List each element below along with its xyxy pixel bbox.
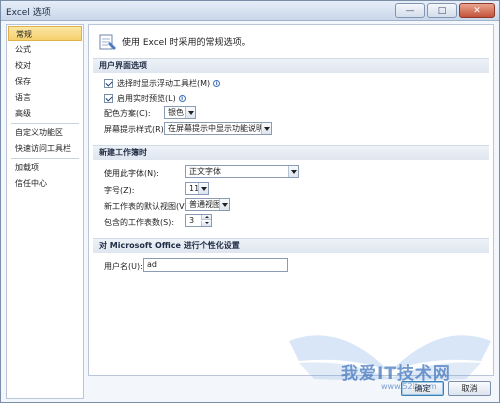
sidebar-item-trust-center[interactable]: 信任中心 <box>8 176 82 191</box>
sidebar-item-formulas[interactable]: 公式 <box>8 42 82 57</box>
screentip-style-select[interactable]: 在屏幕提示中显示功能说明 <box>164 122 272 135</box>
general-settings-icon <box>99 34 116 50</box>
mini-toolbar-checkbox[interactable] <box>104 78 113 88</box>
sidebar-divider <box>11 158 79 159</box>
spin-down-icon[interactable] <box>201 221 211 226</box>
chevron-down-icon <box>198 183 208 194</box>
font-size-select[interactable]: 11 <box>185 182 209 195</box>
sheet-count-spinner[interactable]: 3 <box>185 214 212 227</box>
font-select[interactable]: 正文字体 <box>185 165 299 178</box>
chevron-down-icon <box>219 199 229 210</box>
default-view-label: 新工作表的默认视图(V): <box>104 202 191 211</box>
chevron-down-icon <box>288 166 298 177</box>
window-controls: — □ ✕ <box>395 3 495 18</box>
username-input[interactable]: ad <box>143 258 288 272</box>
options-sidebar: 常规 公式 校对 保存 语言 高级 自定义功能区 快速访问工具栏 加载项 信任中… <box>6 24 84 399</box>
excel-options-dialog: Excel 选项 — □ ✕ 常规 公式 校对 保存 语言 高级 自定义功能区 … <box>0 0 500 403</box>
sidebar-divider <box>11 123 79 124</box>
watermark-text: 我爱IT技术网 <box>341 364 451 384</box>
live-preview-option[interactable]: 启用实时预览(L) i <box>104 91 186 105</box>
sidebar-item-advanced[interactable]: 高级 <box>8 106 82 121</box>
maximize-button[interactable]: □ <box>427 3 457 18</box>
color-scheme-select[interactable]: 银色 <box>164 106 196 119</box>
info-icon[interactable]: i <box>213 79 221 87</box>
section-new-workbook: 新建工作簿时 <box>93 145 489 160</box>
intro-text: 使用 Excel 时采用的常规选项。 <box>122 38 251 48</box>
screentip-style-label: 屏幕提示样式(R): <box>104 125 167 134</box>
font-label: 使用此字体(N): <box>104 169 159 178</box>
color-scheme-value: 银色 <box>168 108 184 117</box>
sidebar-item-add-ins[interactable]: 加载项 <box>8 160 82 175</box>
sidebar-item-quick-access-toolbar[interactable]: 快速访问工具栏 <box>8 141 82 156</box>
sidebar-item-customize-ribbon[interactable]: 自定义功能区 <box>8 125 82 140</box>
cancel-button[interactable]: 取消 <box>448 381 491 396</box>
username-label: 用户名(U): <box>104 262 143 271</box>
default-view-select[interactable]: 普通视图 <box>185 198 230 211</box>
sheet-count-label: 包含的工作表数(S): <box>104 218 175 227</box>
font-value: 正文字体 <box>189 167 221 176</box>
live-preview-label: 启用实时预览(L) <box>117 93 176 103</box>
default-view-value: 普通视图 <box>189 200 221 209</box>
chevron-down-icon <box>185 107 195 118</box>
mini-toolbar-option[interactable]: 选择时显示浮动工具栏(M) i <box>104 76 221 90</box>
spin-up-icon[interactable] <box>201 215 211 220</box>
font-size-label: 字号(Z): <box>104 186 135 195</box>
sidebar-item-general[interactable]: 常规 <box>8 26 82 41</box>
close-button[interactable]: ✕ <box>459 3 495 18</box>
section-personalize: 对 Microsoft Office 进行个性化设置 <box>93 238 489 253</box>
mini-toolbar-label: 选择时显示浮动工具栏(M) <box>117 78 211 88</box>
sheet-count-value: 3 <box>189 216 195 225</box>
sidebar-item-language[interactable]: 语言 <box>8 90 82 105</box>
section-ui-options: 用户界面选项 <box>93 58 489 73</box>
screentip-style-value: 在屏幕提示中显示功能说明 <box>168 124 264 133</box>
info-icon[interactable]: i <box>178 94 186 102</box>
dialog-title: Excel 选项 <box>6 8 51 18</box>
live-preview-checkbox[interactable] <box>104 93 113 103</box>
color-scheme-label: 配色方案(C): <box>104 109 151 118</box>
watermark-url: www.52ij.com <box>381 382 437 391</box>
sidebar-item-proofing[interactable]: 校对 <box>8 58 82 73</box>
options-content: 使用 Excel 时采用的常规选项。 用户界面选项 选择时显示浮动工具栏(M) … <box>88 24 494 376</box>
title-bar: Excel 选项 — □ ✕ <box>1 1 499 21</box>
minimize-button[interactable]: — <box>395 3 425 18</box>
sidebar-item-save[interactable]: 保存 <box>8 74 82 89</box>
chevron-down-icon <box>261 123 271 134</box>
